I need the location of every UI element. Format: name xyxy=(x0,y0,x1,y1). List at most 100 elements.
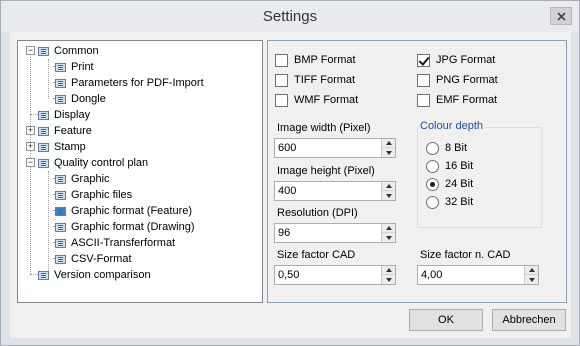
page-icon xyxy=(55,78,66,88)
radio-8-bit[interactable]: 8 Bit xyxy=(426,140,467,156)
tree-item-label: Print xyxy=(71,61,94,73)
expand-stamp-toggle[interactable]: + xyxy=(26,142,35,151)
spinner-value: 0,50 xyxy=(278,269,300,281)
tree-item-label: Stamp xyxy=(54,141,86,153)
radio-label: 16 Bit xyxy=(445,160,474,172)
tree-item-label: Version comparison xyxy=(54,269,151,281)
checkbox-box xyxy=(275,73,288,87)
radio-16-bit[interactable]: 16 Bit xyxy=(426,158,473,174)
tree-item-graphic-files[interactable]: Graphic files xyxy=(55,187,132,203)
tree-item-label: Graphic format (Drawing) xyxy=(71,221,195,233)
dialog-body: − + + − Common Print Parameters for PDF-… xyxy=(10,32,571,338)
checkbox-label: PNG Format xyxy=(436,74,498,86)
checkbox-box xyxy=(417,73,430,87)
emf-format-checkbox[interactable]: EMF Format xyxy=(417,92,497,108)
page-icon xyxy=(55,238,66,248)
collapse-quality-toggle[interactable]: − xyxy=(26,158,35,167)
resolution-spinner[interactable]: 96 xyxy=(274,223,396,243)
tree-item-csv-format[interactable]: CSV-Format xyxy=(55,251,132,267)
close-button[interactable] xyxy=(550,7,572,25)
checkbox-label: WMF Format xyxy=(294,94,359,106)
size-factor-cad-spinner[interactable]: 0,50 xyxy=(274,265,396,285)
arrow-up-icon xyxy=(528,268,535,272)
spinner-buttons xyxy=(524,266,538,284)
tree-item-pdf-import[interactable]: Parameters for PDF-Import xyxy=(55,75,204,91)
size-factor-cad-label: Size factor CAD xyxy=(277,249,356,261)
increment-button[interactable] xyxy=(382,266,395,275)
image-height-spinner[interactable]: 400 xyxy=(274,181,396,201)
spinner-value: 4,00 xyxy=(421,269,443,281)
close-icon xyxy=(556,11,566,21)
tree-item-version-comparison[interactable]: Version comparison xyxy=(38,267,151,283)
tree-item-label: Graphic xyxy=(71,173,110,185)
increment-button[interactable] xyxy=(382,139,395,148)
radio-32-bit[interactable]: 32 Bit xyxy=(426,194,473,210)
size-factor-ncad-label: Size factor n. CAD xyxy=(420,249,511,261)
folder-icon xyxy=(38,46,49,56)
window-title: Settings xyxy=(262,8,318,25)
size-factor-ncad-spinner[interactable]: 4,00 xyxy=(417,265,539,285)
decrement-button[interactable] xyxy=(382,148,395,157)
wmf-format-checkbox[interactable]: WMF Format xyxy=(275,92,358,108)
image-width-spinner[interactable]: 600 xyxy=(274,138,396,158)
tree-item-common[interactable]: Common xyxy=(38,43,99,59)
tree-item-label: Common xyxy=(54,45,99,57)
decrement-button[interactable] xyxy=(382,275,395,284)
checkbox-label: TIFF Format xyxy=(294,74,356,86)
arrow-up-icon xyxy=(385,268,392,272)
checkbox-box xyxy=(417,93,430,107)
page-icon xyxy=(55,190,66,200)
increment-button[interactable] xyxy=(382,182,395,191)
tree-item-graphic[interactable]: Graphic xyxy=(55,171,110,187)
radio-label: 24 Bit xyxy=(445,178,474,190)
spinner-value: 400 xyxy=(278,185,297,197)
tree-item-ascii-transfer[interactable]: ASCII-Transferformat xyxy=(55,235,175,251)
settings-tree[interactable]: − + + − Common Print Parameters for PDF-… xyxy=(17,40,263,303)
decrement-button[interactable] xyxy=(382,191,395,200)
png-format-checkbox[interactable]: PNG Format xyxy=(417,72,498,88)
title-bar[interactable]: Settings xyxy=(1,1,579,32)
tree-item-label: Quality control plan xyxy=(54,157,149,169)
decrement-button[interactable] xyxy=(382,233,395,242)
radio-24-bit[interactable]: 24 Bit xyxy=(426,176,473,192)
resolution-label: Resolution (DPI) xyxy=(277,207,358,219)
page-icon xyxy=(55,254,66,264)
ok-button[interactable]: OK xyxy=(409,309,483,331)
page-icon xyxy=(38,110,49,120)
tree-item-quality-control-plan[interactable]: Quality control plan xyxy=(38,155,148,171)
radio-circle-selected xyxy=(426,177,439,191)
tree-item-stamp[interactable]: Stamp xyxy=(38,139,86,155)
tree-item-label: Display xyxy=(54,109,91,121)
collapse-common-toggle[interactable]: − xyxy=(26,46,35,55)
tree-item-display[interactable]: Display xyxy=(38,107,90,123)
settings-dialog: Settings − + + − Common Print Parameters… xyxy=(0,0,580,346)
tree-item-feature[interactable]: Feature xyxy=(38,123,92,139)
decrement-button[interactable] xyxy=(525,275,538,284)
arrow-down-icon xyxy=(528,277,535,282)
spinner-buttons xyxy=(381,182,395,200)
radio-label: 32 Bit xyxy=(445,196,474,208)
tree-item-print[interactable]: Print xyxy=(55,59,94,75)
bmp-format-checkbox[interactable]: BMP Format xyxy=(275,52,356,68)
folder-icon xyxy=(38,158,49,168)
tree-item-label: CSV-Format xyxy=(71,253,132,265)
graphic-format-panel: BMP Format JPG Format TIFF Format PNG Fo… xyxy=(267,40,567,303)
tree-item-label: ASCII-Transferformat xyxy=(71,237,176,249)
folder-icon xyxy=(38,142,49,152)
jpg-format-checkbox[interactable]: JPG Format xyxy=(417,52,495,68)
arrow-up-icon xyxy=(385,184,392,188)
tree-item-label: Graphic format (Feature) xyxy=(71,205,193,217)
arrow-down-icon xyxy=(385,150,392,155)
radio-circle xyxy=(426,159,439,173)
increment-button[interactable] xyxy=(382,224,395,233)
page-icon xyxy=(55,62,66,72)
tree-item-graphic-format-drawing[interactable]: Graphic format (Drawing) xyxy=(55,219,194,235)
colour-depth-title: Colour depth xyxy=(418,120,485,132)
cancel-button[interactable]: Abbrechen xyxy=(492,309,566,331)
increment-button[interactable] xyxy=(525,266,538,275)
expand-feature-toggle[interactable]: + xyxy=(26,126,35,135)
tiff-format-checkbox[interactable]: TIFF Format xyxy=(275,72,355,88)
tree-item-dongle[interactable]: Dongle xyxy=(55,91,106,107)
tree-item-graphic-format-feature[interactable]: Graphic format (Feature) xyxy=(55,203,192,219)
arrow-up-icon xyxy=(385,141,392,145)
